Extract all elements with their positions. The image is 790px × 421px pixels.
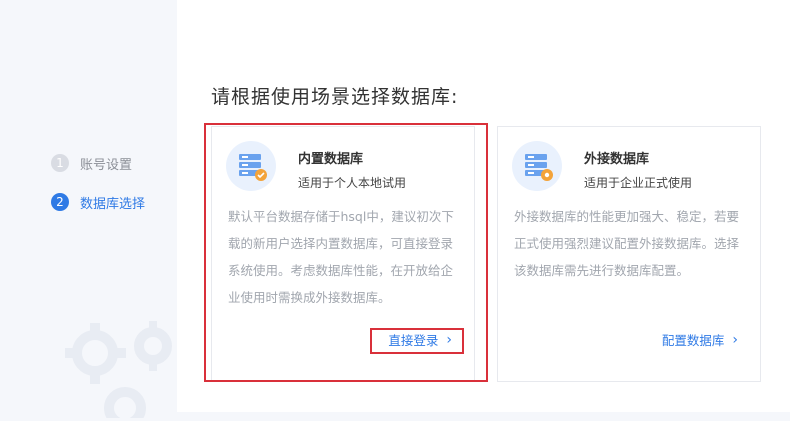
- card-description: 默认平台数据存储于hsql中，建议初次下载的新用户选择内置数据库，可直接登录系统…: [228, 209, 454, 305]
- builtin-database-card[interactable]: 内置数据库 适用于个人本地试用 默认平台数据存储于hsql中，建议初次下载的新用…: [211, 126, 475, 382]
- action-label: 配置数据库: [661, 333, 725, 348]
- step-number: 1: [51, 154, 69, 172]
- gears-decoration-icon: [65, 321, 172, 418]
- step-number: 2: [51, 193, 69, 211]
- chevron-right-icon: ›: [732, 331, 738, 348]
- direct-login-link[interactable]: 直接登录 ›: [388, 330, 452, 349]
- card-title: 内置数据库: [298, 152, 364, 167]
- database-gear-icon: [512, 141, 562, 191]
- action-label: 直接登录: [388, 333, 439, 348]
- step-label: 数据库选择: [80, 196, 146, 212]
- chevron-right-icon: ›: [446, 331, 452, 348]
- card-subtitle: 适用于企业正式使用: [584, 176, 693, 190]
- configure-database-link[interactable]: 配置数据库 ›: [662, 330, 738, 349]
- card-title: 外接数据库: [584, 152, 650, 167]
- external-database-card[interactable]: 外接数据库 适用于企业正式使用 外接数据库的性能更加强大、稳定，若要正式使用强烈…: [497, 126, 761, 382]
- page-title: 请根据使用场景选择数据库:: [211, 86, 459, 108]
- step-account-settings[interactable]: 1 账号设置: [51, 153, 145, 173]
- bottom-strip: [177, 412, 790, 421]
- step-label: 账号设置: [80, 157, 133, 173]
- step-database-select[interactable]: 2 数据库选择: [51, 192, 145, 212]
- database-check-icon: [226, 141, 276, 191]
- sidebar: 1 账号设置 2 数据库选择: [0, 0, 177, 421]
- setup-steps: 1 账号设置 2 数据库选择: [51, 153, 145, 231]
- card-subtitle: 适用于个人本地试用: [298, 176, 407, 190]
- card-description: 外接数据库的性能更加强大、稳定，若要正式使用强烈建议配置外接数据库。选择该数据库…: [514, 209, 740, 278]
